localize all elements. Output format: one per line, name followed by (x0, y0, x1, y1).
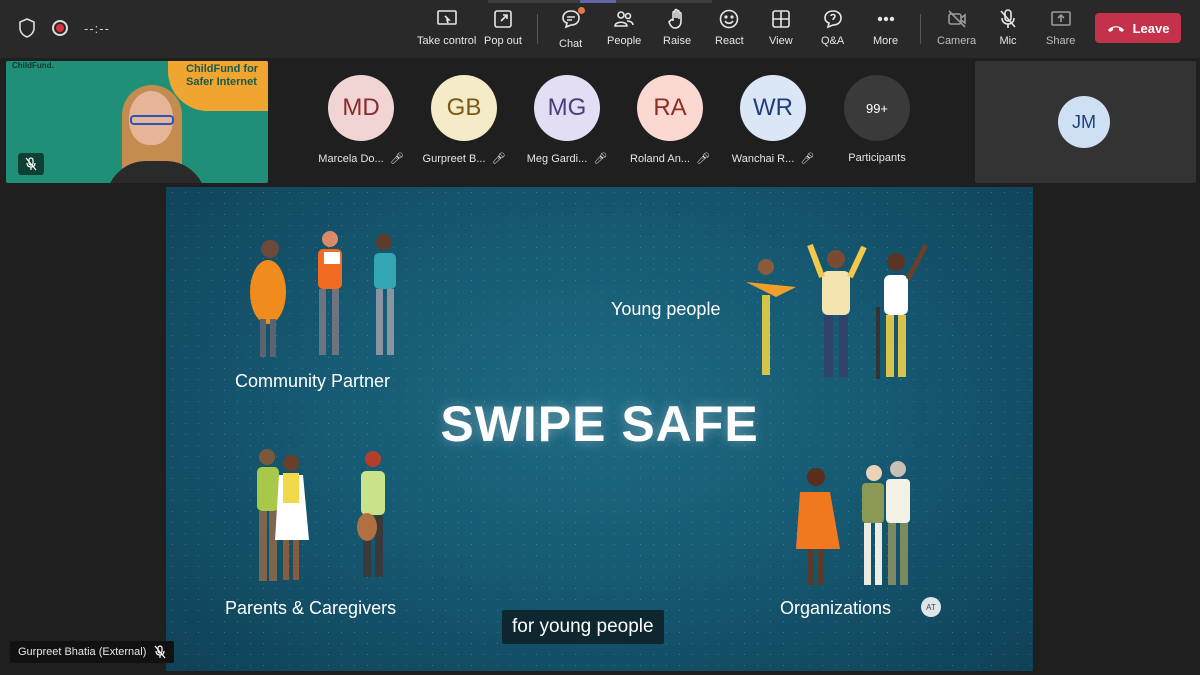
shield-icon[interactable] (18, 18, 36, 38)
people-label: People (607, 35, 642, 47)
participants-overflow-count: 99+ (844, 75, 910, 141)
participant-name: Marcela Do... (318, 152, 384, 165)
view-label: View (769, 35, 793, 47)
participant-tile[interactable]: MG Meg Gardi... 🎤︎ (517, 75, 617, 165)
camera-off-icon (947, 10, 966, 28)
presenter-name: Gurpreet Bhatia (External) (18, 646, 147, 658)
participants-overflow-label: Participants (848, 152, 906, 164)
participant-name: Meg Gardi... (526, 152, 588, 165)
mic-off-icon (25, 157, 37, 171)
mic-button[interactable]: Mic (997, 8, 1019, 52)
qa-icon (823, 10, 842, 29)
live-caption: for young people (502, 610, 664, 644)
mic-off-icon: 🎤︎ (389, 153, 404, 165)
chat-label: Chat (559, 38, 583, 50)
take-control-button[interactable]: Take control (417, 8, 476, 52)
meeting-timer: --:-- (84, 20, 110, 36)
people-icon (614, 11, 634, 27)
muted-badge (18, 153, 44, 175)
participant-avatar: JM (1058, 96, 1110, 148)
participant-name: Roland An... (630, 152, 690, 165)
react-button[interactable]: React (715, 8, 744, 52)
toolbar-divider (537, 14, 538, 44)
people-button[interactable]: People (607, 8, 641, 52)
shared-content-slide: Community Partner Young people SWIPE SAF… (166, 187, 1033, 671)
view-button[interactable]: View (769, 8, 793, 52)
participant-avatar: MG (534, 75, 600, 141)
video-person-glasses (130, 115, 174, 125)
mic-label: Mic (999, 35, 1017, 47)
pop-out-label: Pop out (484, 35, 522, 47)
mic-off-icon: 🎤︎ (800, 153, 815, 165)
participant-avatar: GB (431, 75, 497, 141)
qa-label: Q&A (821, 35, 845, 47)
take-control-label: Take control (417, 35, 477, 47)
mic-off-icon (154, 645, 166, 659)
meeting-toolbar: --:-- Take control Pop out Chat People R… (0, 0, 1200, 58)
mic-off-icon (1000, 9, 1016, 28)
hand-icon (668, 8, 682, 29)
community-partner-illustration (250, 231, 396, 357)
background-logo-text: ChildFund. (12, 61, 54, 70)
participant-name: Gurpreet B... (422, 152, 486, 165)
presenter-name-tag: Gurpreet Bhatia (External) (10, 641, 175, 663)
mic-off-icon: 🎤︎ (491, 153, 506, 165)
participant-avatar: MD (328, 75, 394, 141)
share-button[interactable]: Share (1046, 8, 1075, 52)
react-label: React (715, 35, 744, 47)
organizations-illustration (796, 461, 910, 585)
participant-tile[interactable]: GB Gurpreet B... 🎤︎ (414, 75, 514, 165)
label-young-people: Young people (611, 299, 721, 319)
chat-notification-dot (577, 7, 585, 14)
raise-label: Raise (663, 35, 692, 47)
participant-tile[interactable]: WR Wanchai R... 🎤︎ (723, 75, 823, 165)
parents-caregivers-illustration (257, 449, 385, 581)
mic-off-icon: 🎤︎ (593, 153, 608, 165)
young-people-illustration (746, 243, 929, 379)
camera-label: Camera (937, 35, 977, 47)
camera-button[interactable]: Camera (937, 8, 976, 52)
leave-button[interactable]: Leave (1095, 13, 1181, 43)
participant-tile[interactable]: RA Roland An... 🎤︎ (620, 75, 720, 165)
leave-label: Leave (1132, 20, 1170, 36)
pop-out-icon (494, 10, 512, 28)
grid-icon (772, 10, 790, 28)
toolbar-divider (920, 14, 921, 44)
share-icon (1050, 11, 1071, 26)
more-label: More (873, 35, 899, 47)
take-control-icon (436, 10, 457, 25)
pinned-participant-tile[interactable]: JM (975, 61, 1196, 183)
label-parents-caregivers: Parents & Caregivers (225, 598, 397, 618)
label-organizations: Organizations (780, 598, 892, 618)
more-icon (877, 16, 894, 22)
label-community-partner: Community Partner (235, 371, 391, 391)
participant-avatar: RA (637, 75, 703, 141)
mic-off-icon: 🎤︎ (695, 153, 710, 165)
chat-button[interactable]: Chat (559, 7, 585, 52)
tab-indicator (580, 0, 616, 3)
raise-hand-button[interactable]: Raise (663, 8, 691, 52)
smiley-icon (720, 9, 739, 29)
qa-button[interactable]: Q&A (821, 8, 844, 52)
recording-icon (52, 20, 68, 36)
share-label: Share (1046, 35, 1076, 47)
participant-avatar: WR (740, 75, 806, 141)
participant-name: Wanchai R... (731, 152, 795, 165)
participant-tile[interactable]: MD Marcela Do... 🎤︎ (311, 75, 411, 165)
participants-overflow-button[interactable]: 99+ Participants (827, 75, 927, 164)
pop-out-button[interactable]: Pop out (484, 8, 522, 52)
more-button[interactable]: More (873, 8, 898, 52)
annotation-badge[interactable]: AT (921, 597, 941, 617)
video-person-body (106, 161, 206, 183)
background-banner-text: ChildFund for Safer Internet (186, 63, 259, 88)
speaker-video-tile[interactable]: ChildFund for Safer Internet ChildFund. (6, 61, 268, 183)
hang-up-icon (1107, 26, 1124, 32)
